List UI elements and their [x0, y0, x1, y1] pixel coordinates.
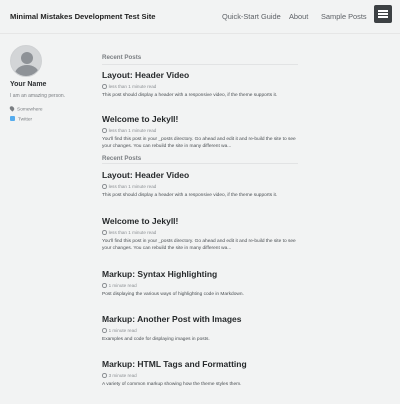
nav-link-quick-start[interactable]: Quick-Start Guide	[222, 12, 281, 21]
post-title[interactable]: Layout: Header Video	[102, 170, 298, 180]
author-name: Your Name	[10, 81, 47, 88]
post-item: Markup: Syntax Highlighting 1 minute rea…	[102, 269, 298, 298]
hamburger-icon-bar	[378, 16, 388, 18]
post-meta: 1 minute read	[102, 283, 298, 288]
post-excerpt: This post should display a header with a…	[102, 93, 278, 98]
author-location-label: Somewhere	[17, 107, 43, 113]
post-excerpt: You'll find this post in your _posts dir…	[102, 137, 296, 150]
post-meta: less than 1 minute read	[102, 230, 298, 235]
post-title[interactable]: Markup: Another Post with Images	[102, 314, 298, 324]
post-meta: 1 minute read	[102, 328, 298, 333]
post-meta: less than 1 minute read	[102, 128, 298, 133]
post-excerpt: You'll find this post in your _posts dir…	[102, 239, 296, 252]
recent-posts-heading-overlap: Recent Posts	[102, 155, 298, 164]
masthead: Minimal Mistakes Development Test Site Q…	[0, 0, 400, 34]
twitter-icon	[10, 116, 15, 121]
hamburger-icon-bar	[378, 13, 388, 15]
post-title[interactable]: Welcome to Jekyll!	[102, 216, 298, 226]
post-excerpt: This post should display a header with a…	[102, 193, 278, 198]
menu-toggle-button[interactable]	[374, 5, 392, 23]
post-meta: less than 1 minute read	[102, 184, 298, 189]
post-title[interactable]: Markup: HTML Tags and Formatting	[102, 359, 298, 369]
clock-icon	[102, 84, 107, 89]
site-title[interactable]: Minimal Mistakes Development Test Site	[10, 12, 155, 21]
post-read-time: 1 minute read	[108, 283, 137, 288]
avatar-body	[15, 65, 39, 76]
post-item: Layout: Header Video less than 1 minute …	[102, 170, 298, 199]
hamburger-icon-bar	[378, 10, 388, 12]
author-sidebar: Your Name I am an amazing person. Somewh…	[8, 45, 90, 123]
post-read-time: less than 1 minute read	[108, 230, 157, 235]
post-meta: 3 minute read	[102, 373, 298, 378]
post-item: Welcome to Jekyll! less than 1 minute re…	[102, 216, 298, 253]
avatar	[10, 45, 42, 77]
post-item: Markup: HTML Tags and Formatting 3 minut…	[102, 359, 298, 388]
clock-icon	[102, 128, 107, 133]
author-twitter-label[interactable]: Twitter	[18, 118, 32, 123]
author-bio: I am an amazing person.	[10, 93, 66, 99]
post-excerpt: Examples and code for displaying images …	[102, 337, 210, 342]
clock-icon	[102, 230, 107, 235]
clock-icon	[102, 283, 107, 288]
post-excerpt: A variety of common markup showing how t…	[102, 382, 242, 387]
nav-link-sample-posts[interactable]: Sample Posts	[321, 12, 367, 21]
avatar-head	[21, 52, 33, 64]
author-location: Somewhere	[8, 105, 43, 113]
post-read-time: 3 minute read	[108, 373, 137, 378]
post-item: Welcome to Jekyll! less than 1 minute re…	[102, 114, 298, 151]
clock-icon	[102, 328, 107, 333]
location-icon	[8, 105, 16, 112]
post-title[interactable]: Markup: Syntax Highlighting	[102, 269, 298, 279]
post-read-time: less than 1 minute read	[108, 128, 157, 133]
post-meta: less than 1 minute read	[102, 84, 298, 89]
clock-icon	[102, 373, 107, 378]
post-title[interactable]: Layout: Header Video	[102, 70, 298, 80]
clock-icon	[102, 184, 107, 189]
post-read-time: less than 1 minute read	[108, 184, 157, 189]
nav-link-about[interactable]: About	[289, 12, 308, 21]
post-read-time: 1 minute read	[108, 328, 137, 333]
author-twitter-link[interactable]: Twitter	[10, 116, 32, 123]
recent-posts-heading: Recent Posts	[102, 54, 298, 65]
post-item: Layout: Header Video less than 1 minute …	[102, 70, 298, 99]
post-read-time: less than 1 minute read	[108, 84, 157, 89]
post-title[interactable]: Welcome to Jekyll!	[102, 114, 298, 124]
post-excerpt: Post displaying the various ways of high…	[102, 292, 244, 297]
post-item: Markup: Another Post with Images 1 minut…	[102, 314, 298, 343]
